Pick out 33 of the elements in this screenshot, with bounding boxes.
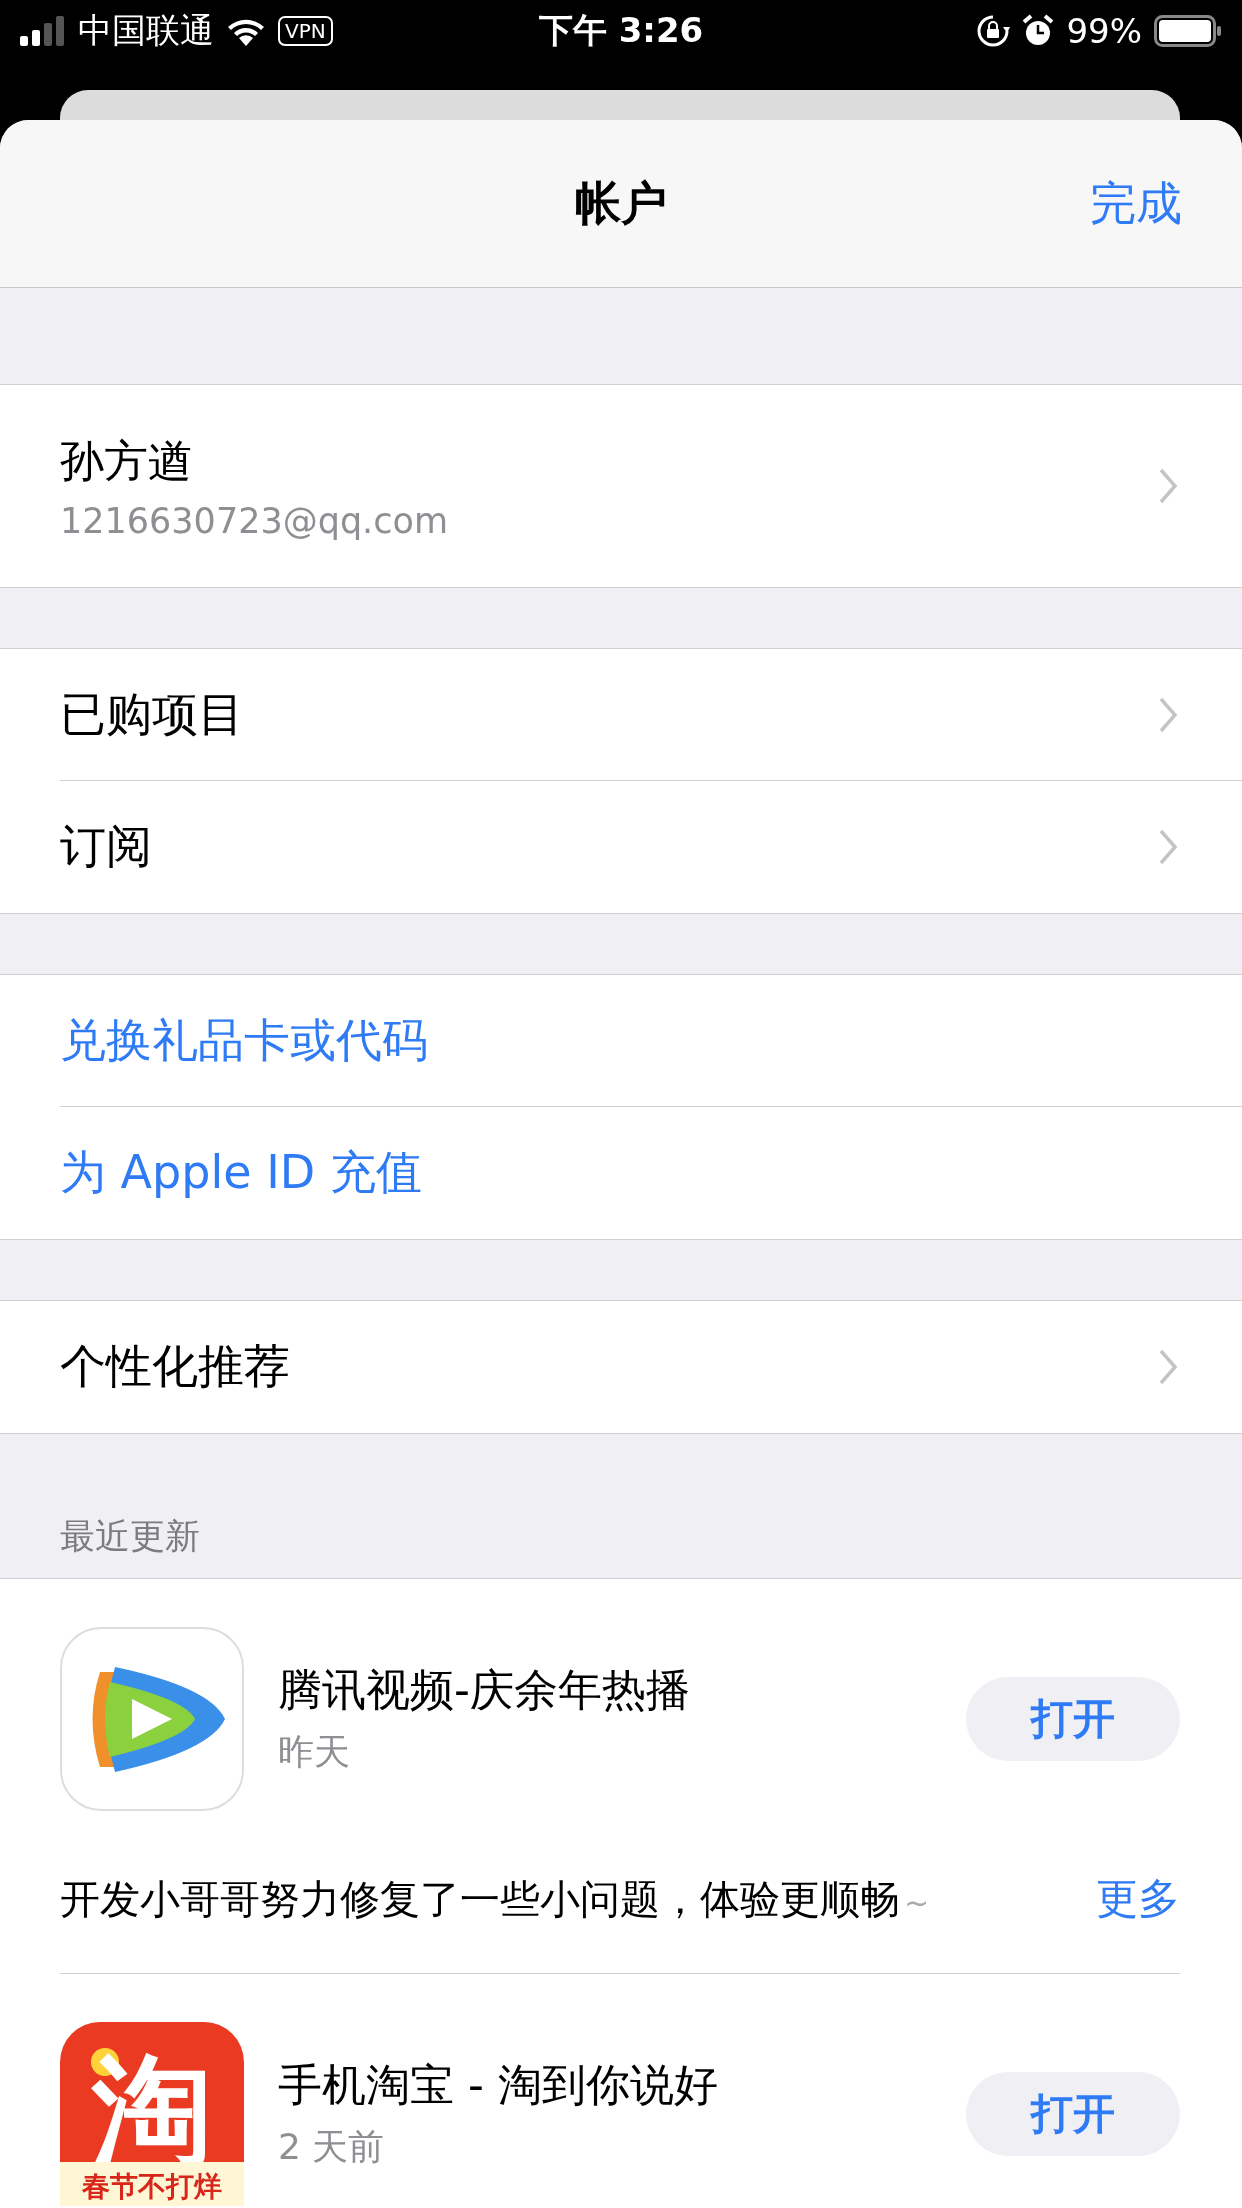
update-date: 昨天 bbox=[278, 1730, 351, 1774]
carrier-name: 中国联通 bbox=[78, 9, 214, 52]
action-row[interactable]: 兑换礼品卡或代码 bbox=[60, 975, 1242, 1107]
alarm-icon bbox=[1022, 14, 1055, 48]
more-link[interactable]: 更多 bbox=[1096, 1871, 1180, 1927]
menu-row[interactable]: 个性化推荐 bbox=[0, 1301, 1242, 1433]
menu-row[interactable]: 已购项目 bbox=[60, 649, 1242, 781]
signal-icon bbox=[20, 16, 66, 46]
orientation-lock-icon bbox=[976, 14, 1011, 48]
open-button[interactable]: 打开 bbox=[966, 1677, 1180, 1761]
chevron-icon bbox=[1158, 1348, 1178, 1386]
chevron-icon bbox=[1158, 696, 1178, 734]
clock-time: 下午 3:26 bbox=[538, 9, 704, 52]
update-date: 2 天前 bbox=[278, 2125, 386, 2169]
account-row[interactable]: 孙方遒 1216630723@qq.com bbox=[0, 385, 1242, 587]
page-title: 帐户 bbox=[575, 174, 667, 232]
section-header: 最近更新 bbox=[60, 1515, 200, 1558]
chevron-icon bbox=[1158, 828, 1178, 866]
app-icon: 淘 春节不打烊 bbox=[60, 2022, 244, 2206]
account-email: 1216630723@qq.com bbox=[60, 500, 448, 541]
action-row[interactable]: 为 Apple ID 充值 bbox=[0, 1107, 1242, 1239]
chevron-icon bbox=[1158, 467, 1178, 505]
vpn-badge: VPN bbox=[278, 16, 333, 46]
release-notes: 开发小哥哥努力修复了一些小问题，体验更顺畅~ bbox=[60, 1874, 930, 1924]
battery-icon bbox=[1154, 15, 1222, 47]
account-name: 孙方遒 bbox=[60, 433, 193, 488]
menu-row[interactable]: 订阅 bbox=[0, 781, 1242, 913]
app-name: 手机淘宝 - 淘到你说好 bbox=[278, 2058, 719, 2112]
battery-percent: 99% bbox=[1066, 11, 1142, 51]
app-icon bbox=[60, 1627, 244, 1811]
app-name: 腾讯视频-庆余年热播 bbox=[278, 1663, 691, 1717]
done-button[interactable]: 完成 bbox=[1090, 172, 1182, 235]
open-button[interactable]: 打开 bbox=[966, 2072, 1180, 2156]
